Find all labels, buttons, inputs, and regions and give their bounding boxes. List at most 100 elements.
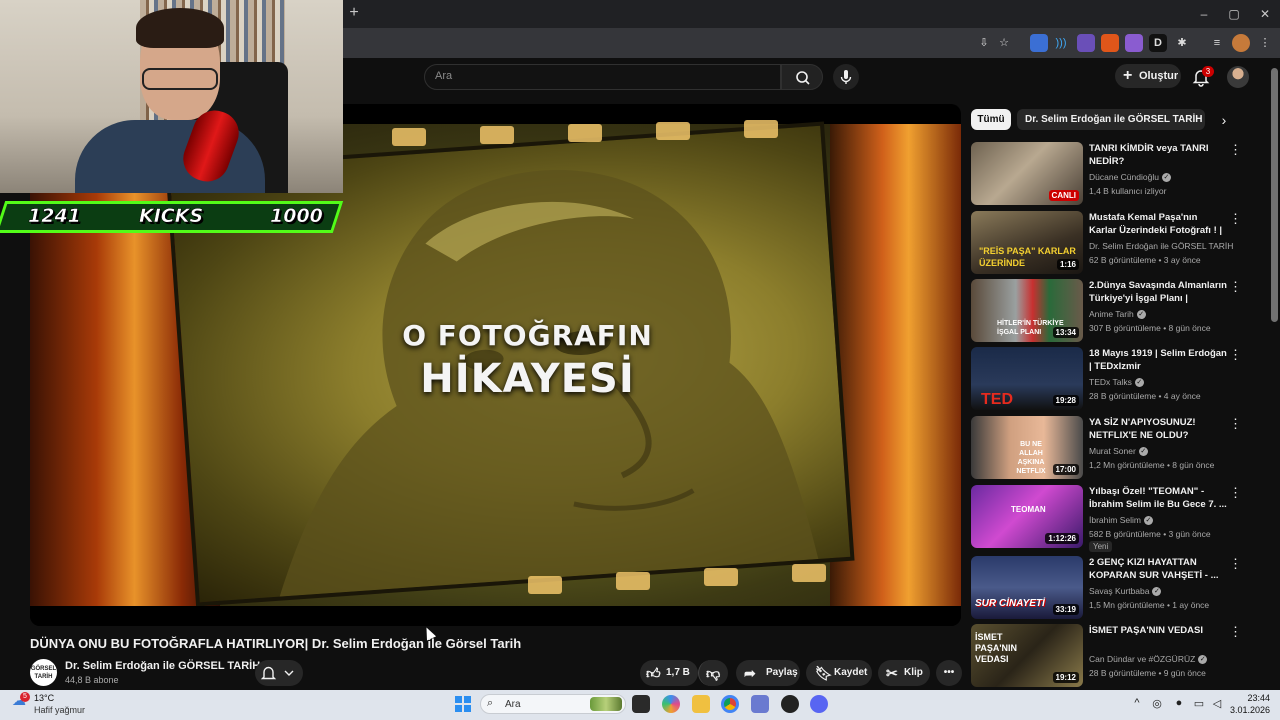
recommendation-item[interactable]: SUR CİNAYETİ 33:19 2 GENÇ KIZI HAYATTAN …	[971, 556, 1261, 620]
film-sprocket	[792, 564, 826, 582]
bookmark-star-icon[interactable]: ☆	[995, 34, 1013, 52]
discord-icon[interactable]	[810, 695, 828, 713]
more-options-icon[interactable]: ⋮	[1229, 417, 1242, 430]
video-thumbnail[interactable]: CANLI	[971, 142, 1083, 205]
maximize-icon[interactable]: ▢	[1226, 6, 1242, 22]
recommendation-channel[interactable]: Savaş Kurtbaba ✓	[1089, 586, 1162, 597]
video-thumbnail[interactable]: "REİS PAŞA" KARLAR ÜZERİNDE 1:16	[971, 211, 1083, 274]
save-button[interactable]: 🔖︎ Kaydet	[806, 660, 872, 686]
obs-icon[interactable]	[781, 695, 799, 713]
search-input[interactable]: Ara	[424, 64, 781, 90]
channel-label: Murat Soner	[1089, 446, 1136, 456]
more-options-icon[interactable]: ⋮	[1229, 486, 1242, 499]
recommendation-channel[interactable]: Murat Soner ✓	[1089, 446, 1148, 457]
share-button[interactable]: ➦ Paylaş	[736, 660, 800, 686]
new-tab-icon[interactable]: +	[346, 4, 362, 22]
clip-button[interactable]: ✂ Klip	[878, 660, 930, 686]
recommendation-item[interactable]: BU NE ALLAH AŞKINA NETFLIX 17:00 YA SİZ …	[971, 416, 1261, 480]
search-button[interactable]	[781, 64, 823, 90]
shield-extension-icon[interactable]	[1077, 34, 1095, 52]
recommendation-title[interactable]: TANRI KİMDİR veya TANRI NEDİR?	[1089, 142, 1227, 168]
speaker-tray-icon[interactable]: ◁	[1210, 697, 1224, 710]
more-actions-button[interactable]: •••	[936, 660, 962, 686]
chip-channel[interactable]: Dr. Selim Erdoğan ile GÖRSEL TARİH adlı …	[1017, 109, 1205, 130]
recommendation-title[interactable]: İSMET PAŞA'NIN VEDASI	[1089, 624, 1227, 637]
translate-extension-icon[interactable]	[1030, 34, 1048, 52]
chevron-right-icon[interactable]: ›	[1215, 110, 1233, 130]
task-view-icon[interactable]	[632, 695, 650, 713]
weather-alert-badge: 5	[20, 692, 30, 702]
install-app-icon[interactable]: ⇩	[975, 34, 993, 52]
recommendation-title[interactable]: Yılbaşı Özel! "TEOMAN" - İbrahim Selim i…	[1089, 485, 1227, 511]
chrome-icon[interactable]	[721, 695, 739, 713]
recommendation-item[interactable]: TEOMAN 1:12:26 Yılbaşı Özel! "TEOMAN" - …	[971, 485, 1261, 552]
recommendation-channel[interactable]: Anime Tarih ✓	[1089, 309, 1146, 320]
tab-search-icon[interactable]: ≡	[1208, 34, 1226, 52]
more-options-icon[interactable]: ⋮	[1229, 143, 1242, 156]
recommendation-channel[interactable]: Dr. Selim Erdoğan ile GÖRSEL TARİH	[1089, 241, 1233, 251]
ai-extension-icon[interactable]	[1125, 34, 1143, 52]
share-icon: ➦	[744, 665, 756, 681]
voice-search-button[interactable]	[833, 64, 859, 90]
like-button[interactable]: 👍︎ 1,7 B	[640, 660, 698, 686]
taskbar-search-input[interactable]: ⌕ Ara	[480, 694, 626, 714]
copilot-icon[interactable]	[662, 695, 680, 713]
weather-description[interactable]: Hafif yağmur	[34, 705, 85, 715]
more-options-icon[interactable]: ⋮	[1229, 348, 1242, 361]
page-scrollbar[interactable]	[1271, 68, 1278, 322]
create-button[interactable]: + Oluştur	[1115, 64, 1181, 88]
taskbar-time[interactable]: 23:44	[1236, 693, 1270, 703]
video-thumbnail[interactable]: İSMET PAŞA'NIN VEDASI 19:12	[971, 624, 1083, 687]
profile-icon[interactable]	[1232, 34, 1250, 52]
more-options-icon[interactable]: ⋮	[1229, 280, 1242, 293]
recommendation-meta: 1,5 Mn görüntüleme • 1 ay önce	[1089, 600, 1210, 610]
more-options-icon[interactable]: ⋮	[1229, 212, 1242, 225]
audio-extension-icon[interactable]: )))	[1052, 34, 1070, 52]
recommendation-item[interactable]: TED 19:28 18 Mayıs 1919 | Selim Erdoğan …	[971, 347, 1261, 411]
recommendation-channel[interactable]: Dücane Cündioğlu ✓	[1089, 172, 1171, 183]
recommendation-title[interactable]: 18 Mayıs 1919 | Selim Erdoğan | TEDxIzmi…	[1089, 347, 1227, 373]
video-thumbnail[interactable]: TEOMAN 1:12:26	[971, 485, 1083, 548]
dislike-button[interactable]: 👎︎	[698, 660, 728, 686]
recommendation-title[interactable]: Mustafa Kemal Paşa'nın Karlar Üzerindeki…	[1089, 211, 1227, 238]
recommendation-title[interactable]: 2.Dünya Savaşında Almanların Türkiye'yi …	[1089, 279, 1227, 306]
browser-menu-icon[interactable]: ⋮	[1256, 34, 1274, 52]
recommendation-channel[interactable]: Can Dündar ve #ÖZGÜRÜZ ✓	[1089, 654, 1208, 665]
taskbar-date[interactable]: 3.01.2026	[1226, 705, 1270, 715]
weather-temperature[interactable]: 13°C	[34, 693, 54, 703]
recommendation-item[interactable]: İSMET PAŞA'NIN VEDASI 19:12 İSMET PAŞA'N…	[971, 624, 1261, 688]
video-thumbnail[interactable]: BU NE ALLAH AŞKINA NETFLIX 17:00	[971, 416, 1083, 479]
live-badge: CANLI	[1048, 190, 1079, 201]
microphone-tray-icon[interactable]: ●	[1172, 697, 1186, 709]
recommendation-item[interactable]: CANLI TANRI KİMDİR veya TANRI NEDİR? Düc…	[971, 142, 1261, 206]
fox-extension-icon[interactable]	[1101, 34, 1119, 52]
recommendation-channel[interactable]: TEDx Talks ✓	[1089, 377, 1144, 388]
channel-name-link[interactable]: Dr. Selim Erdoğan ile GÖRSEL TARİH	[65, 660, 260, 672]
show-hidden-icons-chevron[interactable]: ^	[1130, 697, 1144, 709]
video-thumbnail[interactable]: HİTLER'İN TÜRKİYE İŞGAL PLANI 13:34	[971, 279, 1083, 342]
more-options-icon[interactable]: ⋮	[1229, 625, 1242, 638]
recommendation-title[interactable]: YA SİZ N'APIYOSUNUZ! NETFLIX'E NE OLDU?	[1089, 416, 1227, 442]
snipping-tool-icon[interactable]	[751, 695, 769, 713]
video-thumbnail[interactable]: TED 19:28	[971, 347, 1083, 410]
extensions-puzzle-icon[interactable]: ✱	[1173, 34, 1191, 52]
video-duration: 1:16	[1056, 259, 1079, 270]
file-explorer-icon[interactable]	[692, 695, 710, 713]
network-tray-icon[interactable]: ◎	[1150, 697, 1164, 710]
recommendation-item[interactable]: HİTLER'İN TÜRKİYE İŞGAL PLANI 13:34 2.Dü…	[971, 279, 1261, 343]
display-tray-icon[interactable]: ▭	[1192, 697, 1206, 710]
chip-all[interactable]: Tümü	[971, 109, 1011, 130]
recommendation-title[interactable]: 2 GENÇ KIZI HAYATTAN KOPARAN SUR VAHŞETİ…	[1089, 556, 1227, 582]
close-window-icon[interactable]: ✕	[1257, 6, 1273, 22]
account-avatar[interactable]	[1227, 66, 1249, 88]
recommendation-item[interactable]: "REİS PAŞA" KARLAR ÜZERİNDE 1:16 Mustafa…	[971, 211, 1261, 275]
video-thumbnail[interactable]: SUR CİNAYETİ 33:19	[971, 556, 1083, 619]
subscription-bell-button[interactable]	[255, 660, 303, 686]
windows-start-icon[interactable]	[455, 696, 471, 712]
thumbs-down-icon: 👎︎	[706, 665, 721, 681]
d-extension-icon[interactable]: D	[1149, 34, 1167, 52]
channel-avatar[interactable]: GÖRSEL TARİH	[30, 659, 57, 686]
recommendation-channel[interactable]: İbrahim Selim ✓	[1089, 515, 1153, 526]
minimize-icon[interactable]: –	[1196, 6, 1212, 22]
more-options-icon[interactable]: ⋮	[1229, 557, 1242, 570]
